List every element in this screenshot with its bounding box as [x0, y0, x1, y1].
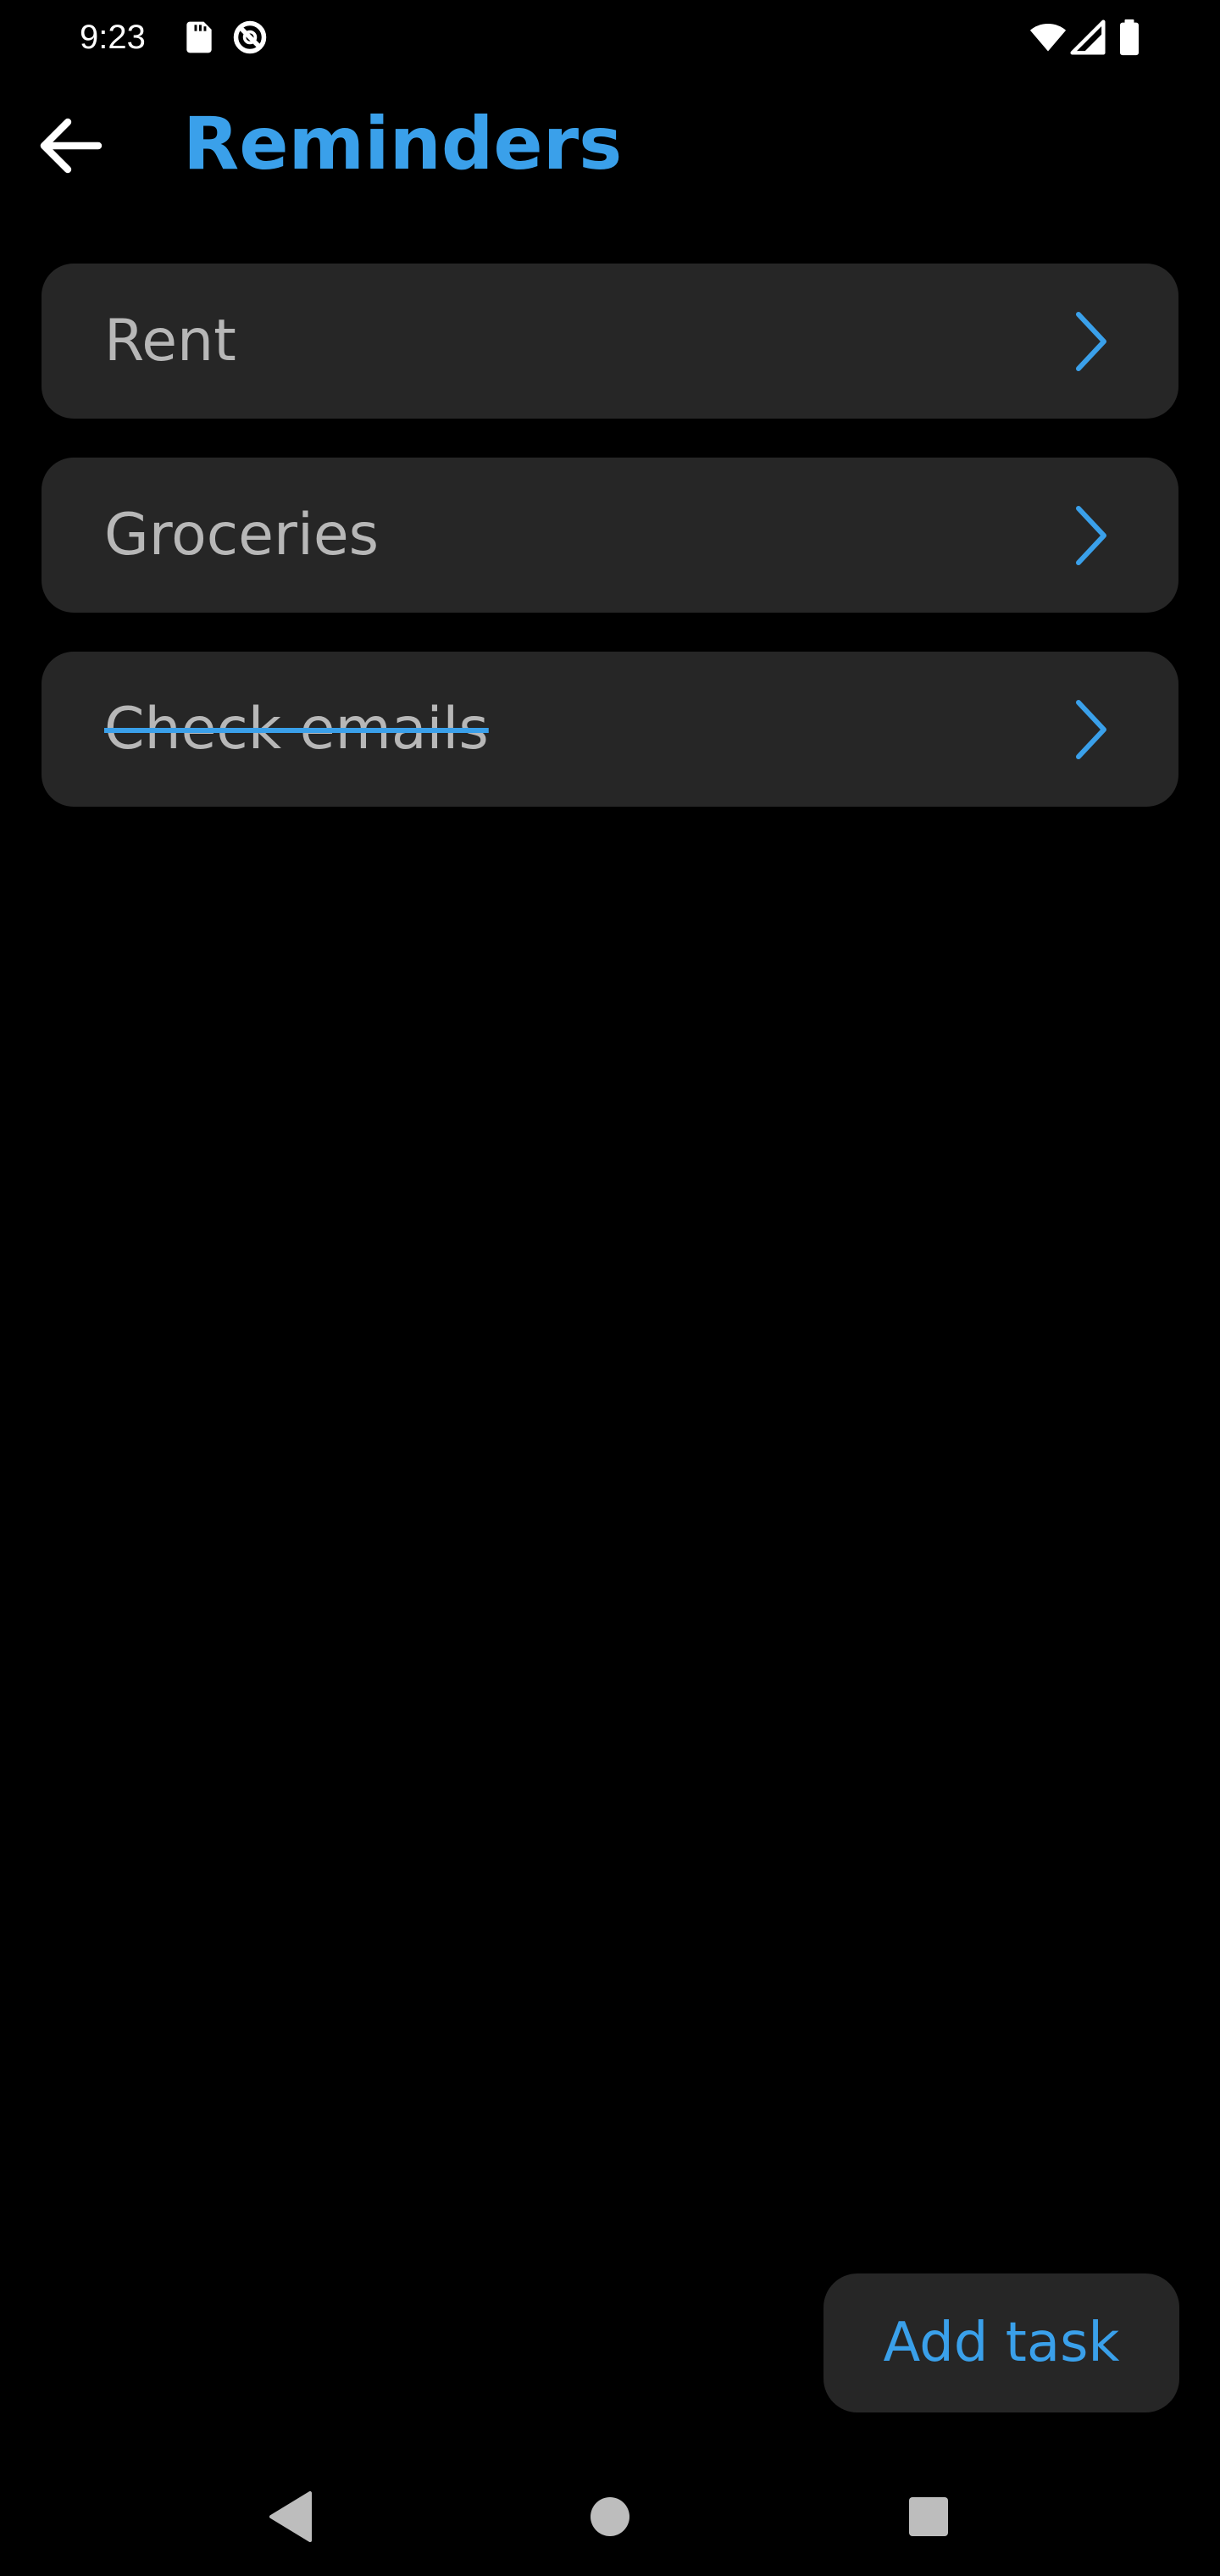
status-bar: 9:23 [0, 0, 1220, 75]
cell-signal-icon [1069, 19, 1106, 56]
nav-recents-button[interactable] [878, 2474, 979, 2559]
nav-home-button[interactable] [559, 2474, 661, 2559]
chevron-right-icon [1073, 697, 1111, 762]
task-list: Rent Groceries Check emails [42, 264, 1178, 846]
wifi-icon [1027, 19, 1069, 56]
task-item-check-emails[interactable]: Check emails [42, 652, 1178, 807]
task-item-rent[interactable]: Rent [42, 264, 1178, 419]
sd-card-icon [180, 19, 219, 56]
status-time: 9:23 [80, 19, 146, 56]
chevron-right-icon [1073, 503, 1111, 568]
page-title: Reminders [183, 102, 623, 186]
chevron-right-icon [1073, 309, 1111, 374]
nav-recents-icon [909, 2497, 948, 2536]
nav-bar [0, 2474, 1220, 2576]
add-task-button[interactable]: Add task [824, 2273, 1179, 2412]
back-button[interactable] [37, 115, 105, 176]
task-label: Rent [104, 308, 236, 375]
task-label: Groceries [104, 502, 380, 569]
arrow-left-icon [40, 118, 103, 174]
nav-back-icon [269, 2491, 312, 2542]
battery-icon [1115, 19, 1144, 56]
task-item-groceries[interactable]: Groceries [42, 458, 1178, 613]
nav-home-icon [591, 2497, 629, 2536]
task-label-completed: Check emails [104, 696, 489, 763]
nav-back-button[interactable] [241, 2474, 342, 2559]
do-not-disturb-icon [230, 19, 269, 56]
app-bar: Reminders [0, 85, 1220, 203]
